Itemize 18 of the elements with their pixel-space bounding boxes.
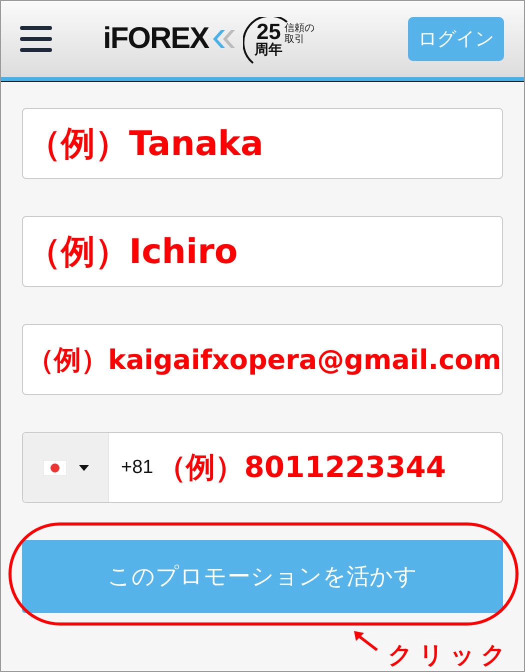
phone-field[interactable]: +81（例）8011223344 (22, 432, 503, 503)
input-field[interactable]: （例）Ichiro (22, 216, 503, 287)
badge-caption: 信頼の (284, 23, 315, 34)
anniversary-unit: 周年 (254, 43, 283, 57)
brand-logo: iFOREX (103, 22, 209, 56)
flag-icon (42, 460, 66, 476)
input-field[interactable]: （例）kaigaifxopera@gmail.com (22, 324, 503, 395)
dial-code: +81 (121, 456, 154, 478)
chevrons-icon (212, 30, 235, 48)
input-field[interactable]: （例）Tanaka (22, 108, 503, 179)
phone-input[interactable]: （例）8011223344 (153, 433, 502, 502)
click-annotation: クリック (388, 640, 512, 671)
menu-icon[interactable] (19, 25, 53, 53)
caret-icon (78, 464, 88, 470)
badge-caption: 取引 (284, 34, 306, 45)
anniversary-number: 25 (256, 21, 281, 43)
login-button[interactable]: ログイン (408, 17, 504, 61)
submit-button[interactable]: このプロモーションを活かす (22, 540, 503, 613)
